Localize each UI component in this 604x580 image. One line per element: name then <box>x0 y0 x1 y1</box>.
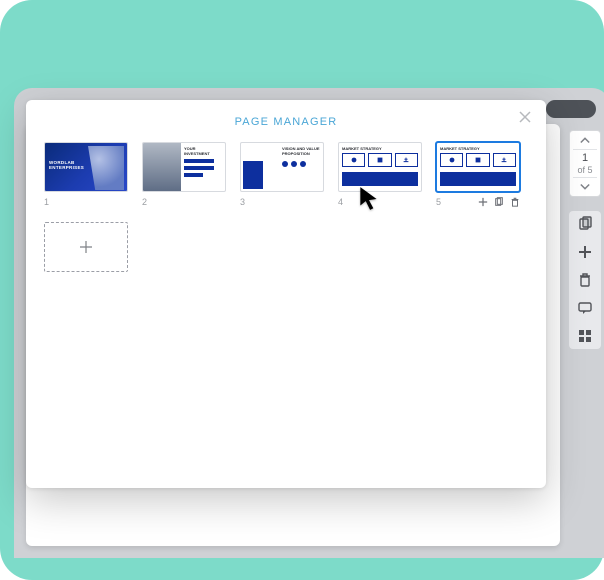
delete-slide-icon[interactable] <box>510 197 520 207</box>
slide-preview: WORDLAB ENTERPRISES <box>44 142 128 192</box>
slide-thumbnail[interactable]: YOUR INVESTMENT 2 <box>142 142 226 208</box>
page-navigator: 1 of 5 <box>569 130 601 197</box>
slide-index: 4 <box>338 197 343 207</box>
right-toolbar-group <box>569 211 601 349</box>
copy-icon[interactable] <box>576 215 594 233</box>
slide-index: 3 <box>240 197 245 207</box>
slide-preview: YOUR INVESTMENT <box>142 142 226 192</box>
slide-title: YOUR INVESTMENT <box>184 146 222 156</box>
total-pages-label: of 5 <box>577 165 592 177</box>
delete-icon[interactable] <box>576 271 594 289</box>
add-slide-slot[interactable] <box>44 222 128 272</box>
slide-preview: VISION AND VALUE PROPOSITION <box>240 142 324 192</box>
page-up-button[interactable] <box>570 131 600 149</box>
slide-thumbnail[interactable]: WORDLAB ENTERPRISES 1 <box>44 142 128 208</box>
slide-title: WORDLAB ENTERPRISES <box>49 161 87 170</box>
modal-header: PAGE MANAGER <box>44 112 528 132</box>
slide-title: MARKET STRATEGY <box>339 143 421 151</box>
grid-view-icon[interactable] <box>576 327 594 345</box>
top-right-pill-button[interactable] <box>546 100 596 118</box>
page-manager-modal: PAGE MANAGER WORDLAB ENTERPRISES 1 <box>26 100 546 488</box>
notes-icon[interactable] <box>576 299 594 317</box>
add-page-icon[interactable] <box>576 243 594 261</box>
slide-preview: MARKET STRATEGY <box>338 142 422 192</box>
slide-title: VISION AND VALUE PROPOSITION <box>282 146 320 156</box>
close-icon[interactable] <box>516 108 534 126</box>
slide-preview: MARKET STRATEGY <box>436 142 520 192</box>
slide-thumbnail[interactable]: MARKET STRATEGY 4 <box>338 142 422 208</box>
slide-thumbnail-grid: WORDLAB ENTERPRISES 1 YOUR INVESTMENT 2 <box>44 142 528 272</box>
slide-index: 1 <box>44 197 49 207</box>
modal-title: PAGE MANAGER <box>235 116 338 128</box>
slide-thumbnail[interactable]: VISION AND VALUE PROPOSITION 3 <box>240 142 324 208</box>
page-down-button[interactable] <box>570 178 600 196</box>
add-slide-icon[interactable] <box>478 197 488 207</box>
slide-actions <box>478 197 520 207</box>
slide-index: 2 <box>142 197 147 207</box>
current-page-number: 1 <box>582 150 588 165</box>
duplicate-slide-icon[interactable] <box>494 197 504 207</box>
slide-thumbnail-selected[interactable]: MARKET STRATEGY 5 <box>436 142 520 208</box>
right-toolbar: 1 of 5 <box>568 130 602 349</box>
slide-index: 5 <box>436 197 441 207</box>
stage-background: 1 of 5 <box>0 0 604 580</box>
add-slide-placeholder[interactable] <box>44 222 128 272</box>
slide-title: MARKET STRATEGY <box>437 143 519 151</box>
